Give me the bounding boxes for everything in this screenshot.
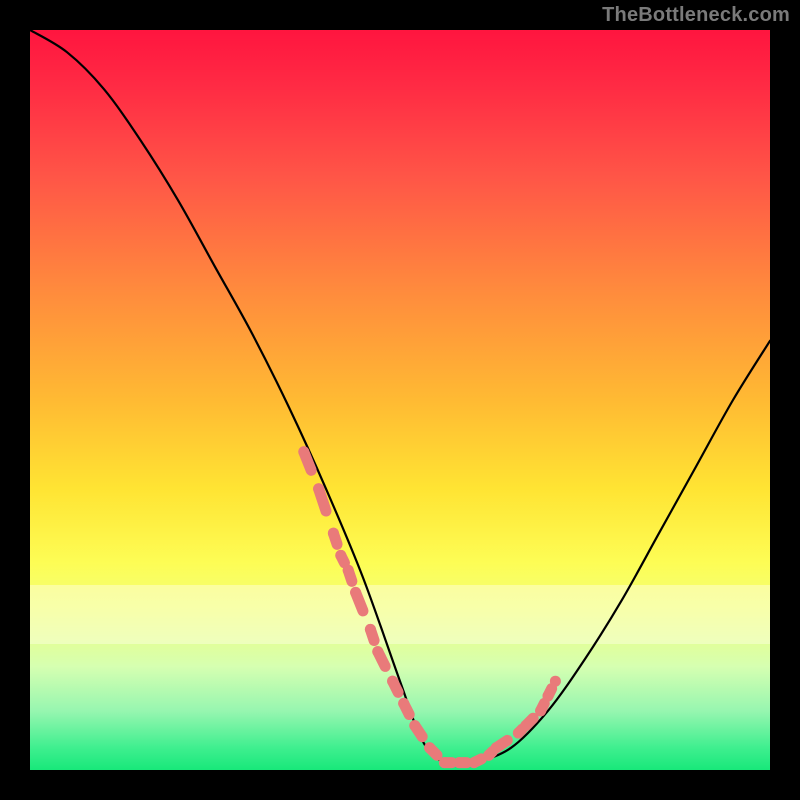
fit-marker-group bbox=[298, 446, 561, 768]
fit-marker-segment bbox=[333, 533, 337, 544]
fit-marker-segment bbox=[518, 729, 522, 733]
fit-marker-segment bbox=[404, 703, 410, 714]
fit-marker-segment bbox=[474, 759, 481, 763]
fit-marker-segment bbox=[319, 489, 326, 511]
fit-marker-segment bbox=[415, 726, 422, 737]
fit-marker-segment bbox=[304, 452, 311, 471]
fit-marker-segment bbox=[496, 740, 507, 747]
fit-marker-segment bbox=[526, 718, 533, 725]
fit-marker-segment bbox=[393, 681, 399, 692]
fit-marker-segment bbox=[430, 748, 437, 755]
fit-marker-segment bbox=[348, 570, 352, 581]
fit-marker-segment bbox=[489, 752, 493, 756]
bottleneck-curve-line bbox=[30, 30, 770, 765]
fit-marker-segment bbox=[341, 555, 345, 562]
fit-marker-segment bbox=[378, 652, 385, 667]
watermark-text: TheBottleneck.com bbox=[602, 4, 790, 27]
fit-marker-segment bbox=[356, 592, 363, 611]
fit-marker-segment bbox=[548, 689, 552, 696]
fit-marker-segment bbox=[370, 629, 374, 640]
fit-marker-segment bbox=[541, 703, 545, 710]
fit-marker bbox=[550, 676, 561, 687]
chart-plot-area bbox=[30, 30, 770, 770]
chart-svg bbox=[30, 30, 770, 770]
